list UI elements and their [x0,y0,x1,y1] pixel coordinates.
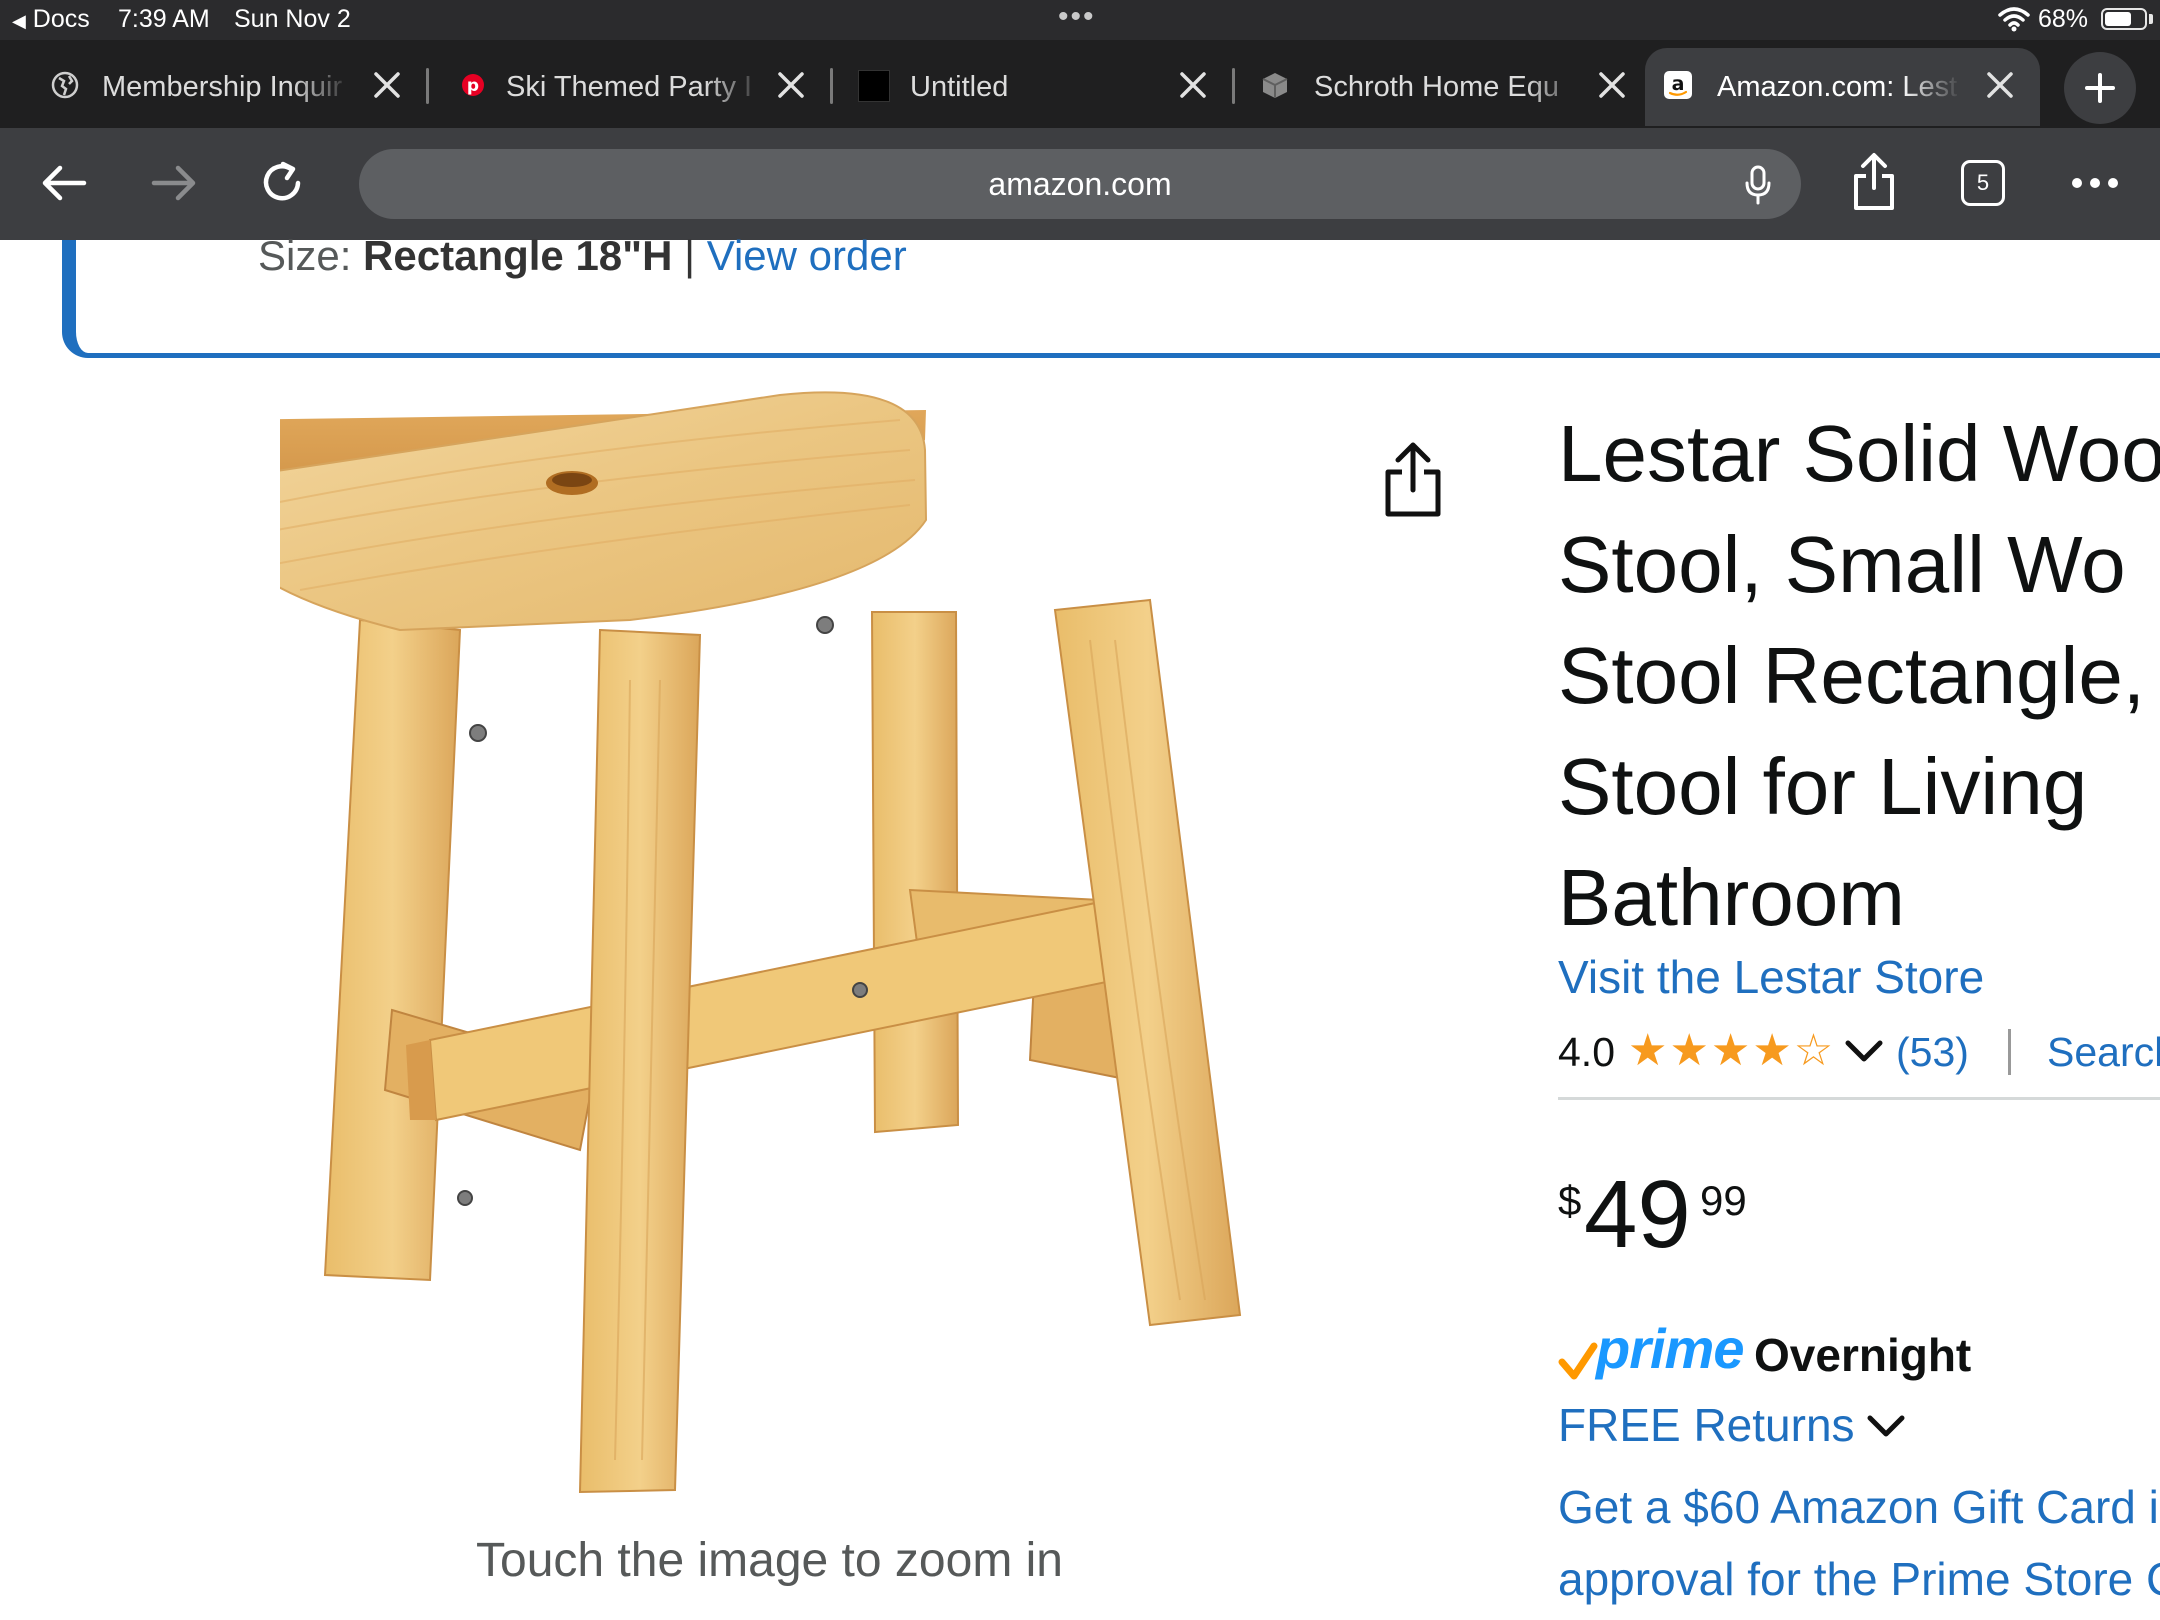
svg-text:a: a [1672,73,1685,95]
tab-fade [1526,48,1586,126]
back-app-label: Docs [32,5,90,33]
back-to-app-link[interactable]: ◀ Docs [12,5,90,34]
review-count-link[interactable]: (53) [1896,1029,1969,1076]
tab-fade [292,48,352,126]
tab-ski-party[interactable]: p Ski Themed Party I [430,48,833,126]
tab-amazon[interactable]: a Amazon.com: Lest [1645,48,2040,126]
star-rating[interactable]: ★★★★☆ [1628,1025,1835,1076]
product-title-line: Bathroom [1558,853,1905,942]
status-bar: ◀ Docs 7:39 AM Sun Nov 2 ••• 68% [0,0,2160,40]
status-date: Sun Nov 2 [234,5,351,33]
new-tab-button[interactable] [2064,52,2136,124]
close-icon[interactable] [1177,69,1209,101]
product-title-line: Stool, Small Wo [1558,520,2126,609]
battery-icon [2101,8,2147,30]
tab-fade [1901,48,1961,126]
product-title-line: Lestar Solid Woo [1558,409,2160,498]
close-icon[interactable] [775,69,807,101]
tab-untitled[interactable]: Untitled [834,48,1235,126]
search-link[interactable]: Search [2047,1029,2160,1076]
globe-icon [51,71,79,99]
share-toolbar-icon[interactable] [1852,152,1896,212]
product-title: Lestar Solid Woo Stool, Small Wo Stool R… [1558,398,2160,953]
close-icon[interactable] [371,69,403,101]
microphone-icon[interactable] [1745,165,1771,205]
back-arrow-icon[interactable] [40,163,88,203]
chevron-down-icon[interactable] [1844,1037,1884,1067]
black-square-icon [858,70,890,102]
divider [1558,1097,2160,1100]
free-returns-label: FREE Returns [1558,1399,1855,1451]
tabs-overview-button[interactable]: 5 [1961,160,2005,206]
size-label: Size: [258,232,352,279]
tab-schroth[interactable]: Schroth Home Equ [1236,48,1636,126]
size-value: Rectangle 18"H [363,232,673,279]
more-menu-icon[interactable] [2070,176,2120,190]
close-icon[interactable] [1984,69,2016,101]
product-title-line: Stool for Living [1558,742,2088,831]
address-bar[interactable]: amazon.com [359,149,1801,219]
size-separator: | [684,232,696,279]
close-icon[interactable] [1596,69,1628,101]
tab-separator [1232,68,1235,104]
share-icon[interactable] [1378,440,1448,520]
status-time: 7:39 AM [118,5,210,33]
battery-nub [2149,14,2153,24]
amazon-icon: a [1664,71,1692,99]
tab-fade [704,48,764,126]
svg-text:p: p [467,76,479,96]
zoom-hint: Touch the image to zoom in [476,1534,1063,1587]
battery-percent: 68% [2038,5,2089,33]
chevron-down-icon [1867,1415,1905,1437]
tab-separator [426,68,429,104]
tab-separator [830,68,833,104]
price-fraction: 99 [1700,1177,1747,1224]
prime-check-icon [1558,1342,1598,1380]
gift-card-offer-link[interactable]: Get a $60 Amazon Gift Card i [1558,1480,2159,1534]
tab-membership[interactable]: Membership Inquir [0,48,429,126]
url-text: amazon.com [988,166,1172,202]
multitasking-dots-icon[interactable]: ••• [1058,0,1096,34]
rating-value: 4.0 [1558,1029,1615,1075]
gift-card-offer-link[interactable]: approval for the Prime Store C [1558,1552,2160,1606]
view-order-link[interactable]: View order [707,232,907,279]
back-triangle-icon: ◀ [12,11,26,31]
product-image[interactable] [280,380,1280,1510]
size-line: Size: Rectangle 18"H | View order [258,232,907,280]
wifi-icon [1998,7,2030,32]
price-whole: 49 [1584,1161,1691,1268]
cube-icon [1262,73,1288,98]
price-symbol: $ [1558,1177,1582,1224]
pinterest-icon: p [462,74,484,96]
divider [2008,1029,2011,1075]
product-title-line: Stool Rectangle, [1558,631,2146,720]
reload-icon[interactable] [258,158,308,208]
plus-icon [2085,73,2115,103]
store-link[interactable]: Visit the Lestar Store [1558,950,1984,1004]
battery-level [2105,12,2131,26]
prime-delivery-speed: Overnight [1754,1329,1972,1381]
prime-logo: prime [1596,1317,1744,1380]
forward-arrow-icon[interactable] [150,163,198,203]
tab-label: Untitled [910,71,1009,103]
